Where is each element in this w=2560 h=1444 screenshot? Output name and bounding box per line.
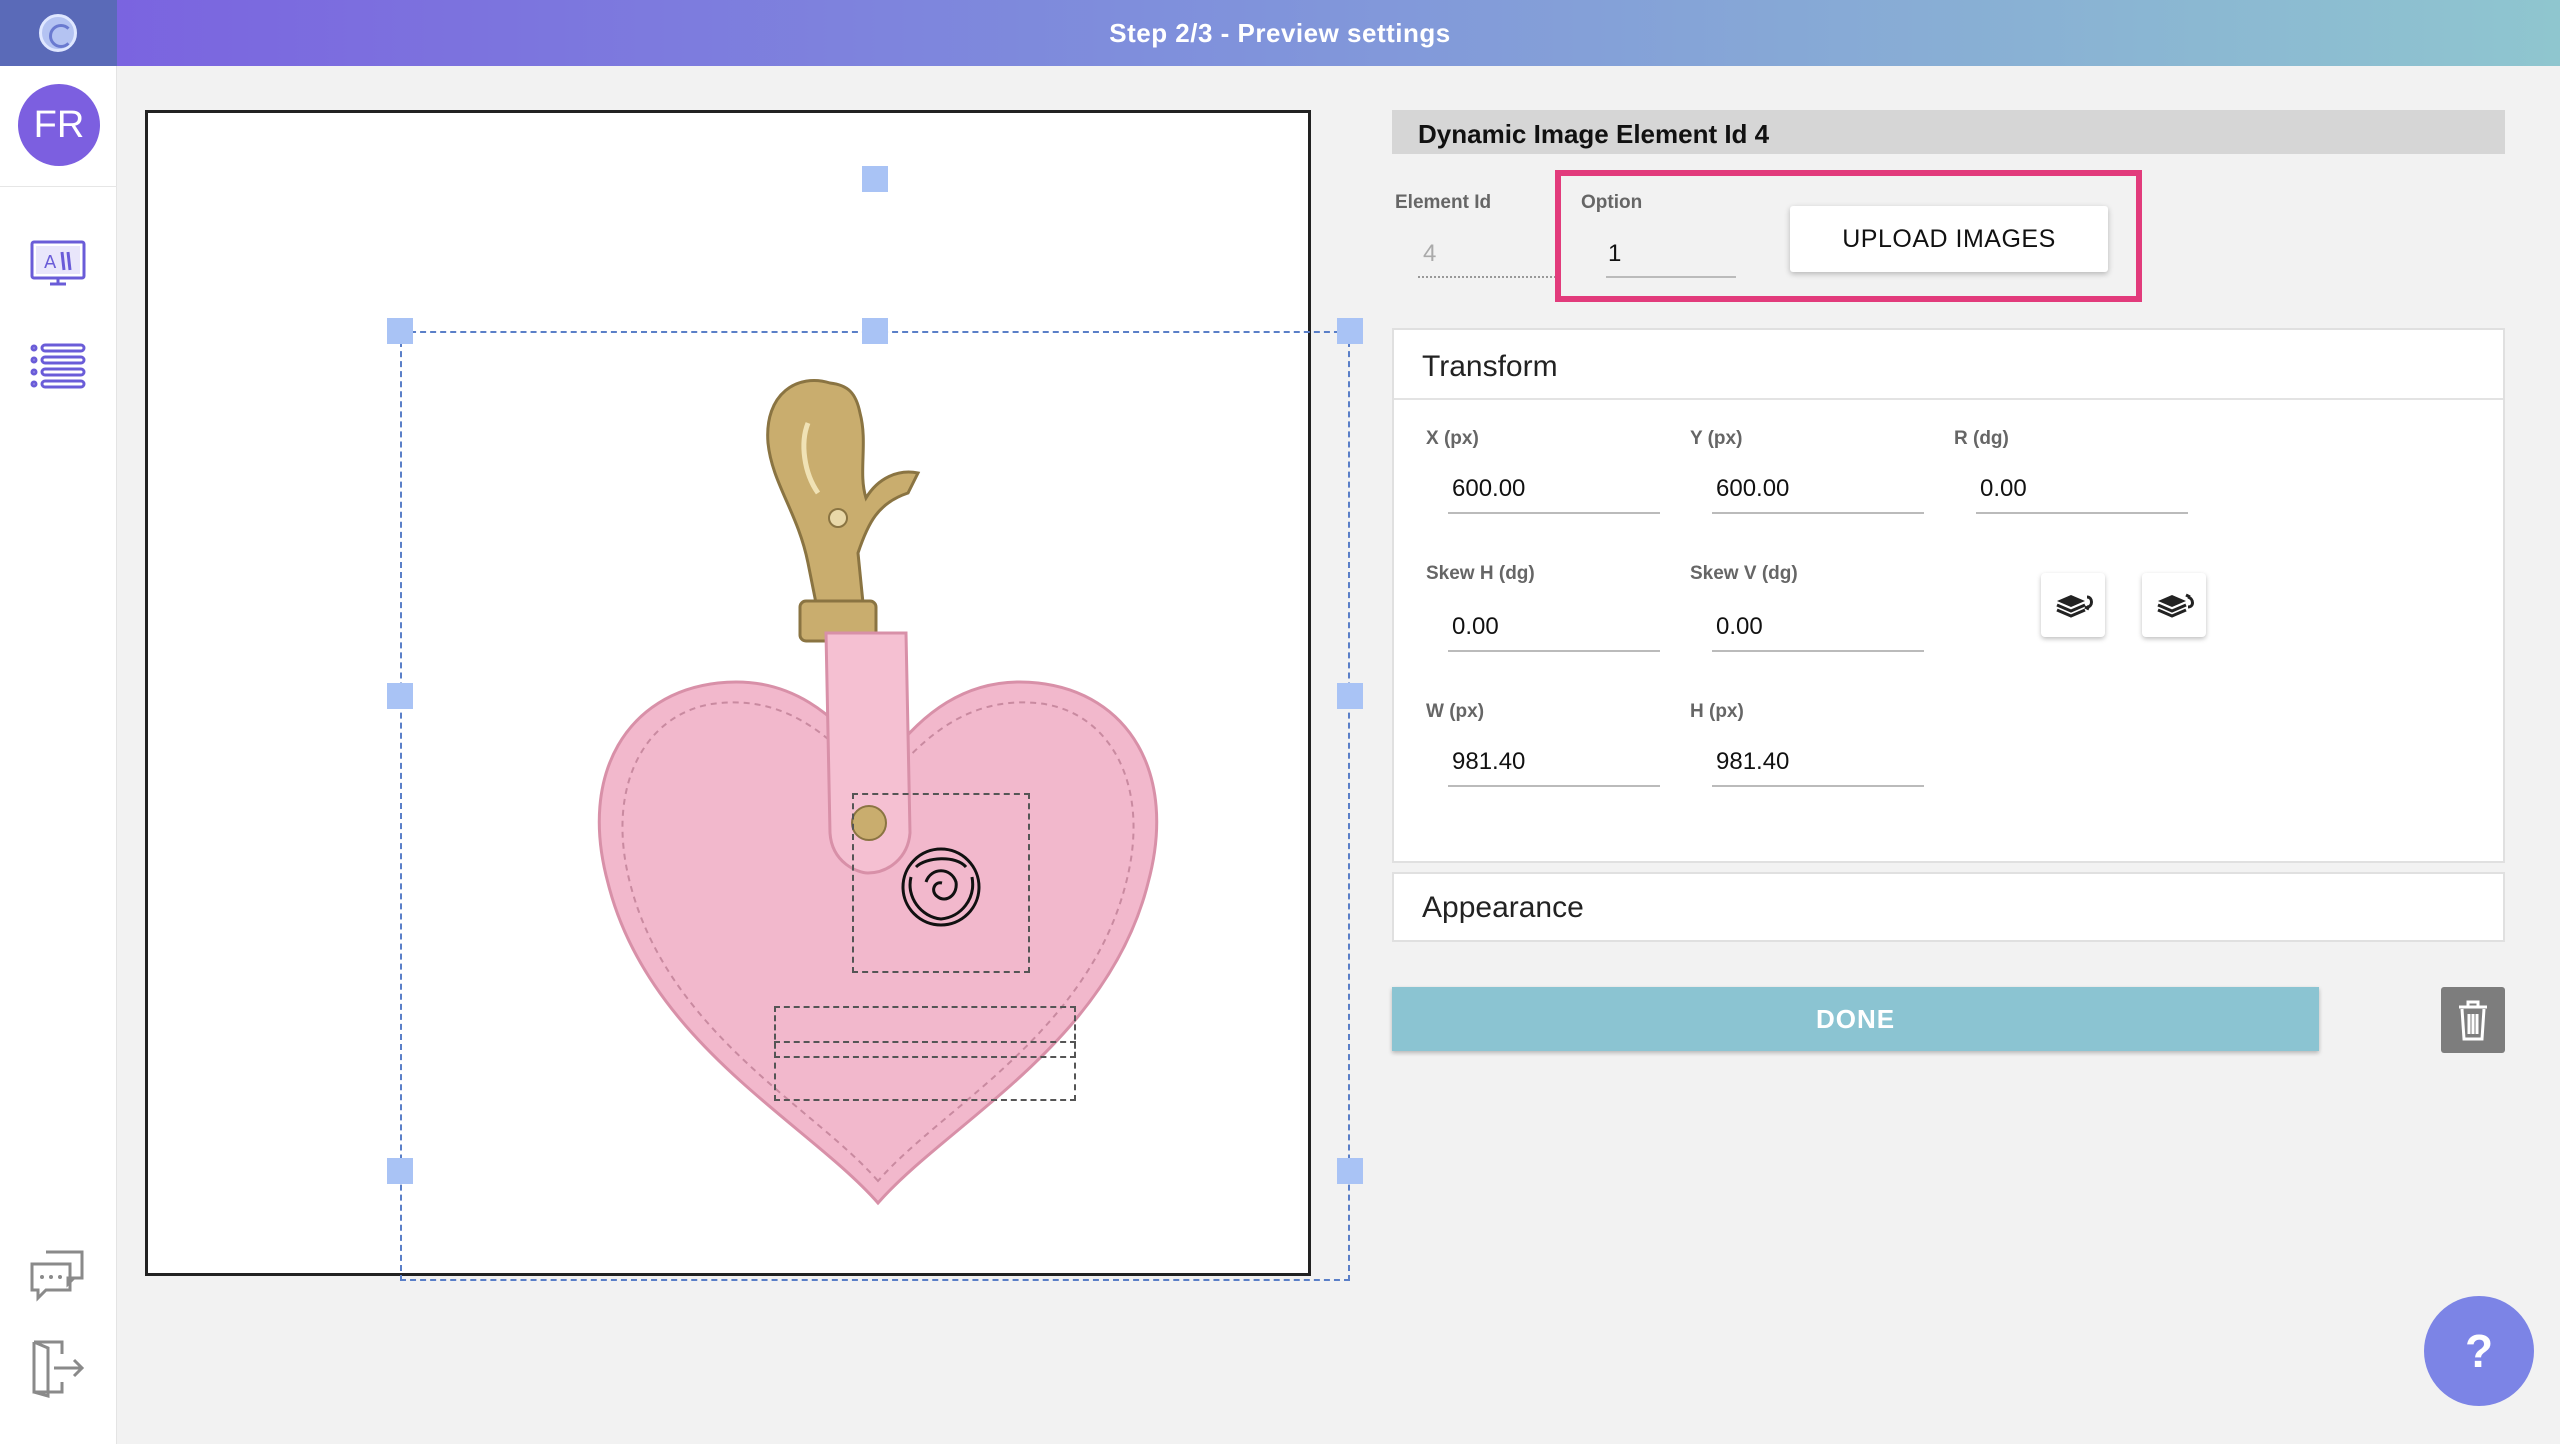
resize-handle-right[interactable] [1337,683,1363,709]
h-label: H (px) [1690,701,1744,722]
skew-h-input[interactable]: 0.00 [1452,613,1499,641]
svg-text:A: A [44,252,57,273]
help-button[interactable]: ? [2424,1296,2534,1406]
avatar[interactable]: FR [18,84,100,166]
bring-forward-button[interactable] [2041,573,2105,637]
done-button[interactable]: DONE [1392,987,2319,1051]
y-input[interactable]: 600.00 [1716,475,1789,503]
r-label: R (dg) [1954,428,2009,449]
rose-engraving-area[interactable] [852,793,1030,973]
skew-v-input[interactable]: 0.00 [1716,613,1763,641]
skew-v-underline [1712,650,1924,652]
panel-header: Dynamic Image Element Id 4 [1392,110,2505,154]
text-line-2-area[interactable] [774,1041,1076,1101]
chat-icon[interactable] [28,1246,88,1306]
w-label: W (px) [1426,701,1485,722]
option-input[interactable]: 1 [1608,240,1621,268]
y-underline [1712,512,1924,514]
layer-down-icon [2157,593,2194,618]
y-label: Y (px) [1690,428,1743,449]
panel-title: Dynamic Image Element Id 4 [1418,119,1770,149]
skew-h-underline [1448,650,1660,652]
layer-up-icon [2056,595,2093,618]
skew-v-label: Skew V (dg) [1690,563,1798,584]
skew-h-label: Skew H (dg) [1426,563,1535,584]
x-label: X (px) [1426,428,1479,449]
resize-handle-bottom-left[interactable] [387,1158,413,1184]
resize-handle-top[interactable] [862,318,888,344]
resize-handle-top-left[interactable] [387,318,413,344]
r-underline [1976,512,2188,514]
list-icon[interactable] [28,336,88,396]
transform-card: Transform X (px) 600.00 Y (px) 600.00 R … [1392,328,2505,863]
rose-icon [901,847,981,927]
x-underline [1448,512,1660,514]
rotate-handle[interactable] [862,166,888,192]
upload-images-button[interactable]: UPLOAD IMAGES [1790,206,2108,272]
transform-title[interactable]: Transform [1422,350,1558,384]
page-title: Step 2/3 - Preview settings [1109,18,1451,48]
appearance-card[interactable]: Appearance [1392,872,2505,942]
element-id-field [1418,276,1560,278]
appearance-title[interactable]: Appearance [1422,891,1584,925]
r-input[interactable]: 0.00 [1980,475,2027,503]
trash-icon [2459,1000,2487,1041]
h-input[interactable]: 981.40 [1716,748,1789,776]
x-input[interactable]: 600.00 [1452,475,1525,503]
top-bar: Step 2/3 - Preview settings [0,0,2560,66]
preview-canvas[interactable] [145,110,1363,1281]
element-id-value: 4 [1423,240,1437,267]
option-label: Option [1581,192,1643,213]
option-field-underline [1606,276,1736,278]
resize-handle-bottom-right[interactable] [1337,1158,1363,1184]
w-input[interactable]: 981.40 [1452,748,1525,776]
sidebar: FR A [0,66,117,1444]
exit-door-icon[interactable] [28,1338,88,1398]
element-id-label: Element Id [1395,192,1492,213]
resize-handle-top-right[interactable] [1337,318,1363,344]
w-underline [1448,785,1660,787]
sidebar-divider [0,186,117,187]
send-backward-button[interactable] [2142,573,2206,637]
design-monitor-icon[interactable]: A [28,236,88,296]
h-underline [1712,785,1924,787]
resize-handle-left[interactable] [387,683,413,709]
delete-button[interactable] [2441,987,2505,1053]
transform-divider [1394,398,2503,400]
